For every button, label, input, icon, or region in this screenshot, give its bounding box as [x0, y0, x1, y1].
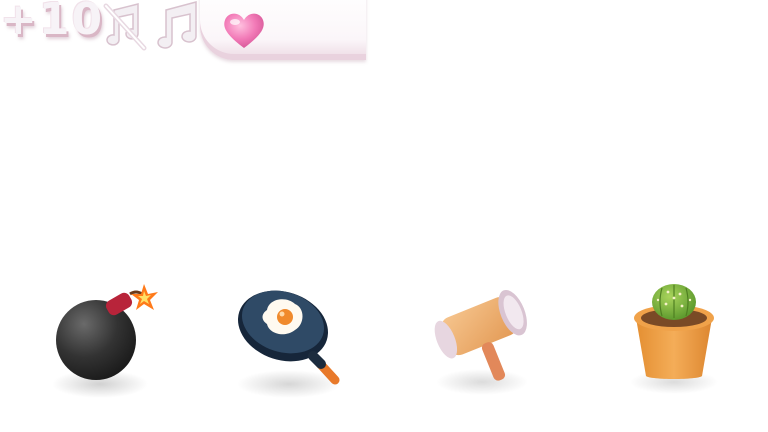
bomb-icon [52, 284, 158, 398]
music-muted-button[interactable] [98, 0, 150, 54]
frying-pan-item[interactable] [225, 272, 355, 402]
bomb-item[interactable] [38, 272, 168, 402]
cactus-pot-icon [630, 284, 718, 394]
score-popup: +10 [0, 0, 105, 45]
mallet-item[interactable] [418, 272, 548, 402]
heart-icon [224, 13, 264, 48]
music-note-icon [157, 1, 197, 49]
lives-panel [200, 0, 366, 60]
mallet-icon [434, 289, 528, 395]
music-muted-icon [103, 3, 147, 51]
frying-pan-icon [237, 290, 341, 398]
music-on-button[interactable] [152, 0, 204, 54]
potted-cactus-item[interactable] [608, 272, 738, 402]
